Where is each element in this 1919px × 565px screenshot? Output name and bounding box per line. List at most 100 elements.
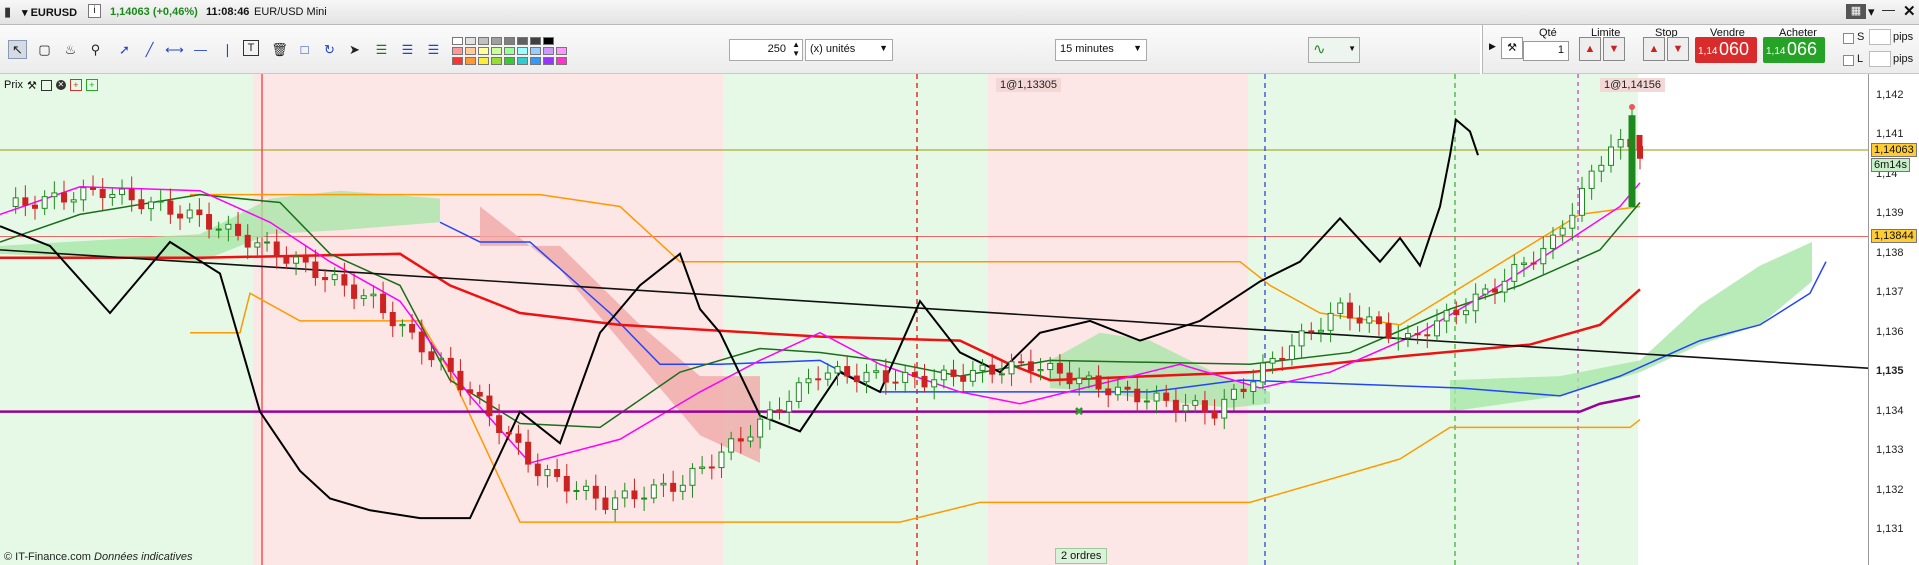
color-swatch[interactable]: [478, 47, 489, 55]
stop-buy-button[interactable]: ▲: [1643, 37, 1665, 61]
color-swatch[interactable]: [465, 57, 476, 65]
window-icon[interactable]: [40, 79, 52, 91]
candle-body: [322, 277, 329, 281]
qty-label: Qté: [1539, 27, 1557, 39]
vertical-line-icon[interactable]: ❘: [218, 40, 237, 59]
color-swatch[interactable]: [491, 37, 502, 45]
color-swatch[interactable]: [491, 57, 502, 65]
color-swatch[interactable]: [543, 37, 554, 45]
color-swatch[interactable]: [517, 37, 528, 45]
candle-body: [670, 482, 677, 492]
candle-body: [225, 223, 232, 230]
quantity-spinner[interactable]: 250 ▲ ▼: [729, 39, 803, 61]
color-swatch[interactable]: [465, 37, 476, 45]
line-tool-icon[interactable]: ➚: [115, 40, 134, 59]
color-swatch[interactable]: [452, 47, 463, 55]
add-indicator-icon[interactable]: +: [69, 79, 82, 91]
candle-body: [196, 209, 203, 216]
candle-body: [583, 485, 590, 491]
color-swatch[interactable]: [504, 37, 515, 45]
color-swatch[interactable]: [478, 37, 489, 45]
line-tool-2-icon[interactable]: ╱: [140, 40, 159, 59]
limit-buy-button[interactable]: ▲: [1579, 37, 1601, 61]
color-swatch[interactable]: [517, 47, 528, 55]
text-tool-icon[interactable]: T: [243, 40, 259, 56]
candle-body: [1124, 386, 1131, 390]
arrow-tool-icon[interactable]: ➤: [345, 40, 364, 59]
candle-body: [1472, 293, 1479, 312]
pips-input-2[interactable]: [1869, 51, 1891, 67]
color-swatch[interactable]: [543, 57, 554, 65]
color-swatch[interactable]: [452, 57, 463, 65]
candle-body: [1163, 392, 1170, 401]
trade-marker[interactable]: 1@1,13305: [996, 78, 1062, 92]
candle-body: [360, 295, 367, 299]
color-swatch[interactable]: [478, 57, 489, 65]
add-indicator-2-icon[interactable]: +: [85, 79, 98, 91]
zoom-icon[interactable]: ⚲: [86, 40, 105, 59]
wrench-icon[interactable]: ⚒: [1501, 37, 1523, 59]
timeframe-select[interactable]: 15 minutes ▼: [1055, 39, 1147, 61]
indicators-button[interactable]: ∿ ▼: [1308, 37, 1360, 63]
candle-body: [1385, 323, 1392, 339]
close-icon[interactable]: ✕: [1903, 2, 1916, 20]
color-swatch[interactable]: [504, 57, 515, 65]
fibonacci-2-icon[interactable]: ☰: [398, 40, 417, 59]
minimize-icon[interactable]: —: [1882, 2, 1895, 17]
price-axis[interactable]: 1,142 1,141 1,14 1,139 1,138 1,137 1,136 1,135 1…: [1868, 74, 1919, 565]
candle-body: [950, 369, 957, 377]
rectangle-tool-icon[interactable]: □: [295, 40, 314, 59]
segment-icon[interactable]: —: [191, 40, 210, 59]
pips-input-1[interactable]: [1869, 29, 1891, 45]
trash-icon[interactable]: 🗑: [270, 40, 289, 59]
color-swatch[interactable]: [452, 37, 463, 45]
fibonacci-icon[interactable]: ☰: [372, 40, 391, 59]
candle-body: [1337, 302, 1344, 314]
candle-body: [1085, 375, 1092, 379]
color-swatch[interactable]: [543, 47, 554, 55]
ruler-icon[interactable]: ▢: [35, 40, 54, 59]
color-swatch[interactable]: [530, 47, 541, 55]
limit-sell-button[interactable]: ▼: [1603, 37, 1625, 61]
candle-body: [80, 187, 87, 201]
pointer-icon[interactable]: ↖: [8, 40, 27, 59]
collapse-arrow-icon[interactable]: ▶: [1489, 41, 1496, 52]
buy-button[interactable]: 1,14 066: [1763, 37, 1825, 63]
orders-badge[interactable]: 2 ordres: [1055, 548, 1108, 564]
chart-canvas[interactable]: ✖: [0, 74, 1868, 565]
axis-tick-label: 1,134: [1876, 404, 1904, 417]
color-swatch[interactable]: [517, 57, 528, 65]
candle-body: [447, 357, 454, 372]
qty-input[interactable]: 1: [1523, 41, 1569, 61]
symbol-dropdown[interactable]: ▾ EURUSD: [22, 6, 77, 19]
stop-sell-button[interactable]: ▼: [1667, 37, 1689, 61]
title-bar: ▮ ▾ EURUSD i 1,14063 (+0,46%) 11:08:46 E…: [0, 0, 1919, 25]
spinner-arrows-icon[interactable]: ▲ ▼: [792, 40, 800, 58]
close-circle-icon[interactable]: ✕: [55, 80, 66, 90]
alert-bell-icon[interactable]: ♨: [61, 40, 80, 59]
trade-marker[interactable]: 1@1,14156: [1600, 78, 1666, 92]
color-swatch[interactable]: [491, 47, 502, 55]
sell-button[interactable]: 1,14 060: [1695, 37, 1757, 63]
color-swatch[interactable]: [556, 47, 567, 55]
color-swatch[interactable]: [530, 37, 541, 45]
cycle-tool-icon[interactable]: ↻: [320, 40, 339, 59]
color-swatch[interactable]: [556, 57, 567, 65]
horizontal-line-icon[interactable]: ⟷: [165, 40, 184, 59]
option-s-checkbox[interactable]: [1843, 33, 1854, 44]
unit-select[interactable]: (x) unités ▼: [805, 39, 893, 61]
candle-body: [1279, 357, 1286, 360]
color-swatch[interactable]: [504, 47, 515, 55]
candle-body: [1482, 288, 1489, 295]
channel-icon[interactable]: ☰: [424, 40, 443, 59]
window-menu-icon[interactable]: ▦: [1846, 4, 1866, 19]
wrench-icon[interactable]: ⚒: [27, 79, 37, 92]
candle-body: [1095, 375, 1102, 390]
info-icon[interactable]: i: [88, 4, 101, 18]
color-swatch[interactable]: [465, 47, 476, 55]
option-l-checkbox[interactable]: [1843, 55, 1854, 66]
expand-icon[interactable]: ▾: [1868, 4, 1875, 20]
pips-label-1: pips: [1893, 31, 1914, 43]
price-chart[interactable]: ✖: [0, 74, 1868, 565]
color-swatch[interactable]: [530, 57, 541, 65]
